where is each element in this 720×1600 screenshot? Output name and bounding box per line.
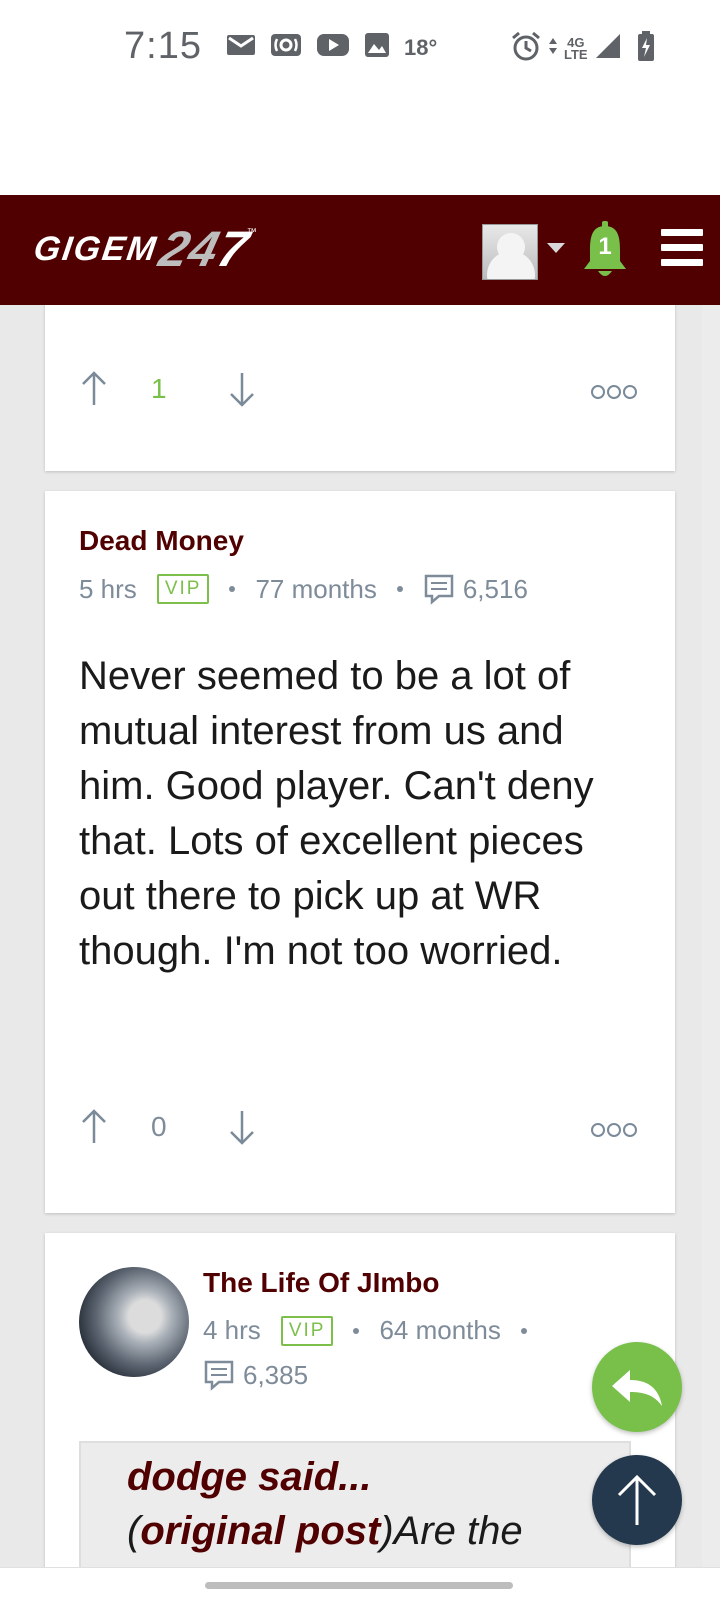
quote-author[interactable]: dodge said... [127, 1455, 371, 1499]
vote-controls: 1 [81, 371, 255, 407]
downvote-arrow-icon[interactable] [229, 371, 255, 407]
post-meta: 5 hrs VIP 77 months 6,516 [79, 573, 528, 605]
post-author[interactable]: Dead Money [79, 525, 244, 557]
data-arrows-icon [548, 34, 558, 63]
quote-text: Are the [393, 1509, 523, 1553]
signal-icon [594, 32, 622, 65]
scroll-to-top-button[interactable] [592, 1455, 682, 1545]
status-icons-right: 4G LTE [510, 30, 656, 67]
upvote-arrow-icon[interactable] [81, 371, 107, 407]
vote-count: 0 [151, 1111, 167, 1142]
separator-dot [353, 1327, 360, 1334]
post-meta-count: 6,385 [203, 1359, 308, 1391]
site-logo[interactable]: GIGEM 24 7 ™ [31, 221, 256, 277]
post-time: 4 hrs [203, 1315, 261, 1345]
site-header: GIGEM 24 7 ™ 1 [0, 195, 720, 305]
author-avatar[interactable] [79, 1267, 189, 1377]
battery-charging-icon [636, 30, 656, 67]
post-card: Dead Money 5 hrs VIP 77 months 6,516 Nev… [45, 491, 675, 1213]
youtube-icon [316, 32, 350, 63]
vip-badge: VIP [156, 574, 210, 604]
temperature: 18° [404, 34, 438, 60]
status-bar: 7:15 18° 4G LTE [0, 0, 720, 95]
menu-bar [661, 229, 703, 236]
network-type: 4G LTE [564, 34, 588, 62]
chevron-down-icon[interactable] [547, 243, 565, 253]
quote-text-line: (original post)Are the [127, 1509, 523, 1554]
menu-bar [661, 244, 703, 251]
scroll-rail [702, 305, 720, 1567]
separator-dot [229, 586, 236, 592]
reply-button[interactable] [592, 1342, 682, 1432]
notifications-button[interactable]: 1 [580, 221, 630, 281]
vip-badge: VIP [280, 1315, 334, 1346]
hamburger-menu-button[interactable] [661, 229, 703, 269]
quote-attribution: dodge said... [127, 1455, 371, 1500]
home-gesture-bar[interactable] [205, 1582, 513, 1589]
upvote-arrow-icon[interactable] [81, 1109, 107, 1145]
reply-icon [612, 1370, 662, 1406]
status-time: 7:15 [124, 25, 202, 67]
notification-count: 1 [598, 233, 612, 260]
separator-dot [520, 1327, 527, 1334]
mail-icon [226, 33, 256, 62]
system-nav-bar [0, 1567, 720, 1600]
vote-count: 1 [151, 373, 167, 404]
posts-icon [424, 574, 454, 605]
member-tenure: 77 months [255, 573, 377, 604]
post-count: 6,516 [462, 573, 528, 604]
quote-paren: ( [127, 1509, 141, 1553]
status-icons-left: 18° [226, 32, 437, 63]
post-author[interactable]: The Life Of JImbo [203, 1267, 439, 1299]
logo-text-gigem: GIGEM [31, 229, 161, 268]
alarm-icon [510, 30, 542, 67]
post-time: 5 hrs [79, 573, 137, 604]
downvote-arrow-icon[interactable] [229, 1109, 255, 1145]
separator-dot [396, 586, 403, 592]
arrow-up-icon [617, 1474, 657, 1525]
post-meta: 4 hrs VIP 64 months [203, 1315, 547, 1346]
member-tenure: 64 months [379, 1315, 501, 1345]
quoted-post: dodge said... (original post)Are the [79, 1441, 631, 1567]
post-body: Never seemed to be a lot of mutual inter… [79, 654, 594, 973]
vote-controls: 0 [81, 1109, 255, 1145]
more-options-button[interactable] [591, 1123, 637, 1139]
post-card: The Life Of JImbo 4 hrs VIP 64 months 6,… [45, 1233, 675, 1567]
original-post-link[interactable]: original post [140, 1509, 380, 1553]
posts-icon [204, 1360, 234, 1391]
more-options-button[interactable] [591, 385, 637, 401]
quote-paren: ) [380, 1509, 394, 1553]
image-icon [364, 32, 390, 63]
menu-bar [661, 259, 703, 266]
post-count: 6,385 [243, 1359, 309, 1390]
user-avatar-button[interactable] [482, 224, 538, 280]
radio-icon [270, 32, 302, 63]
post-card: 1 [45, 305, 675, 471]
